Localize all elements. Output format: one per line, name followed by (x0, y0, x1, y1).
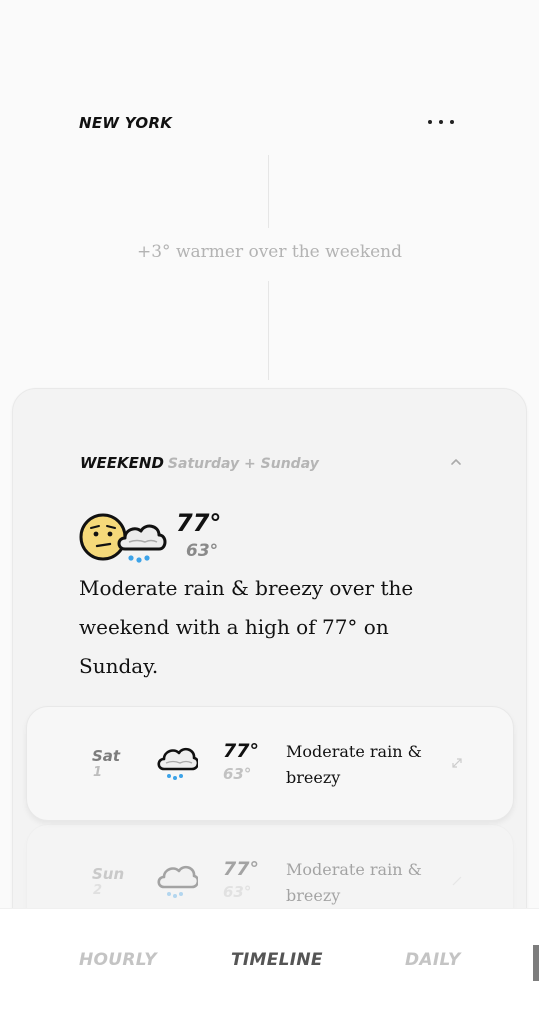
weekend-header: WEEKEND Saturday + Sunday (80, 453, 319, 472)
bottom-tab-bar: HOURLY TIMELINE DAILY (0, 908, 539, 1017)
day-high-temp: 77° (223, 740, 259, 762)
day-name: Sat (92, 747, 121, 765)
weekend-days-label: Saturday + Sunday (167, 456, 319, 472)
weekend-summary: +3° warmer over the weekend (136, 242, 403, 262)
tab-hourly[interactable]: HOURLY (79, 950, 157, 970)
day-high-temp: 77° (223, 858, 259, 880)
rain-cloud-icon (157, 865, 198, 898)
timeline-line-top (268, 155, 269, 228)
edge-handle[interactable] (533, 945, 539, 981)
tab-daily[interactable]: DAILY (405, 950, 461, 970)
rain-cloud-icon (157, 747, 198, 780)
chevron-up-icon[interactable] (449, 455, 463, 469)
weekend-title: WEEKEND (80, 454, 164, 472)
weekend-description: Moderate rain & breezy over the weekend … (79, 576, 414, 678)
weekend-high-temp: 77° (176, 509, 222, 537)
day-description: Moderate rain & breezy (286, 860, 422, 905)
expand-icon[interactable] (451, 757, 463, 769)
expand-icon[interactable] (451, 875, 463, 887)
day-card-saturday[interactable]: Sat 1 77° 63° Moderate rain & breezy (26, 706, 514, 821)
city-name: NEW YORK (79, 114, 173, 132)
rain-cloud-icon (117, 524, 167, 563)
more-options-button[interactable] (426, 112, 456, 132)
timeline-line-bottom (268, 281, 269, 380)
tab-timeline[interactable]: TIMELINE (231, 950, 323, 970)
weekend-low-temp: 63° (186, 541, 219, 561)
day-number: 1 (93, 765, 103, 780)
more-dots-icon (428, 120, 432, 124)
day-number: 2 (93, 883, 103, 898)
weekend-weather-icons (79, 513, 167, 563)
day-low-temp: 63° (223, 765, 252, 783)
day-name: Sun (92, 865, 125, 883)
day-description: Moderate rain & breezy (286, 742, 422, 787)
day-low-temp: 63° (223, 883, 252, 901)
worried-face-icon (79, 513, 127, 561)
